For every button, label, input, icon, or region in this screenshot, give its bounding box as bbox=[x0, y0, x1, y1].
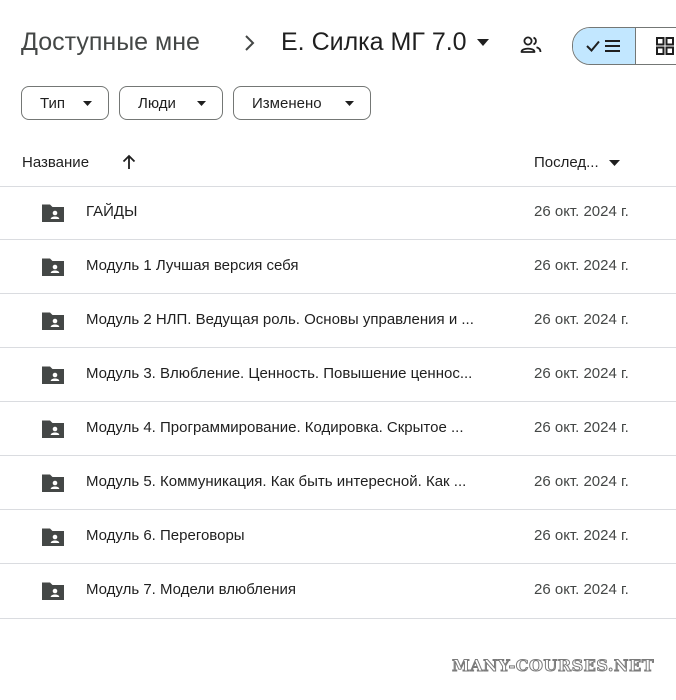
file-name: Модуль 5. Коммуникация. Как быть интерес… bbox=[86, 473, 467, 490]
watermark-text: MANY-COURSES.NET bbox=[451, 656, 655, 676]
watermark: MANY-COURSES.NET bbox=[451, 640, 668, 694]
file-modified-date: 26 окт. 2024 г. bbox=[534, 419, 629, 436]
file-name: ГАЙДЫ bbox=[86, 203, 138, 220]
shared-folder-icon bbox=[42, 420, 64, 438]
file-row[interactable]: Модуль 7. Модели влюбления 26 окт. 2024 … bbox=[0, 564, 676, 619]
column-modified-label: Послед... bbox=[534, 154, 599, 171]
file-name: Модуль 7. Модели влюбления bbox=[86, 581, 297, 598]
shared-folder-icon bbox=[42, 204, 64, 222]
arrow-up-icon[interactable] bbox=[121, 154, 137, 170]
filter-type-label: Тип bbox=[40, 94, 66, 112]
column-modified-header[interactable]: Послед... bbox=[534, 154, 620, 171]
file-row[interactable]: Модуль 3. Влюбление. Ценность. Повышение… bbox=[0, 348, 676, 402]
chevron-right-icon bbox=[245, 35, 255, 51]
file-modified-date: 26 окт. 2024 г. bbox=[534, 527, 629, 544]
column-name-header[interactable]: Название bbox=[22, 154, 89, 171]
shared-folder-icon bbox=[42, 258, 64, 276]
caret-down-icon bbox=[345, 100, 354, 106]
filter-chips: Тип Люди Изменено bbox=[21, 86, 371, 120]
file-list: ГАЙДЫ 26 окт. 2024 г. Модуль 1 Лучшая ве… bbox=[0, 186, 676, 619]
column-header: Название Послед... bbox=[0, 140, 676, 187]
shared-folder-icon bbox=[42, 474, 64, 492]
list-view-button[interactable] bbox=[573, 28, 636, 64]
file-modified-date: 26 окт. 2024 г. bbox=[534, 203, 629, 220]
file-row[interactable]: Модуль 5. Коммуникация. Как быть интерес… bbox=[0, 456, 676, 510]
file-row[interactable]: ГАЙДЫ 26 окт. 2024 г. bbox=[0, 186, 676, 240]
caret-down-icon bbox=[197, 100, 206, 106]
file-name: Модуль 3. Влюбление. Ценность. Повышение… bbox=[86, 365, 473, 382]
file-name: Модуль 1 Лучшая версия себя bbox=[86, 257, 299, 274]
file-modified-date: 26 окт. 2024 г. bbox=[534, 473, 629, 490]
file-name: Модуль 4. Программирование. Кодировка. С… bbox=[86, 419, 464, 436]
file-name: Модуль 6. Переговоры bbox=[86, 527, 245, 544]
grid-view-button[interactable] bbox=[636, 28, 676, 64]
shared-folder-icon bbox=[42, 366, 64, 384]
breadcrumb-root-link[interactable]: Доступные мне bbox=[21, 28, 200, 57]
header: Доступные мне Е. Силка МГ 7.0 bbox=[0, 0, 676, 92]
caret-down-icon bbox=[476, 38, 489, 46]
breadcrumb-current-label: Е. Силка МГ 7.0 bbox=[281, 28, 467, 56]
shared-folder-icon bbox=[42, 528, 64, 546]
shared-folder-icon bbox=[42, 582, 64, 600]
file-row[interactable]: Модуль 2 НЛП. Ведущая роль. Основы управ… bbox=[0, 294, 676, 348]
people-icon[interactable] bbox=[520, 35, 542, 55]
filter-modified-chip[interactable]: Изменено bbox=[233, 86, 371, 120]
file-modified-date: 26 окт. 2024 г. bbox=[534, 365, 629, 382]
file-modified-date: 26 окт. 2024 г. bbox=[534, 311, 629, 328]
file-row[interactable]: Модуль 4. Программирование. Кодировка. С… bbox=[0, 402, 676, 456]
file-row[interactable]: Модуль 6. Переговоры 26 окт. 2024 г. bbox=[0, 510, 676, 564]
file-row[interactable]: Модуль 1 Лучшая версия себя 26 окт. 2024… bbox=[0, 240, 676, 294]
file-name: Модуль 2 НЛП. Ведущая роль. Основы управ… bbox=[86, 311, 474, 328]
caret-down-icon bbox=[608, 159, 620, 166]
file-modified-date: 26 окт. 2024 г. bbox=[534, 581, 629, 598]
breadcrumb-current-folder[interactable]: Е. Силка МГ 7.0 bbox=[281, 28, 489, 57]
grid-icon bbox=[656, 37, 674, 55]
filter-modified-label: Изменено bbox=[252, 94, 322, 112]
shared-folder-icon bbox=[42, 312, 64, 330]
view-toggle bbox=[572, 27, 676, 65]
file-modified-date: 26 окт. 2024 г. bbox=[534, 257, 629, 274]
caret-down-icon bbox=[83, 100, 92, 106]
filter-people-label: Люди bbox=[138, 94, 176, 112]
check-list-icon bbox=[586, 40, 620, 52]
filter-people-chip[interactable]: Люди bbox=[119, 86, 223, 120]
filter-type-chip[interactable]: Тип bbox=[21, 86, 109, 120]
